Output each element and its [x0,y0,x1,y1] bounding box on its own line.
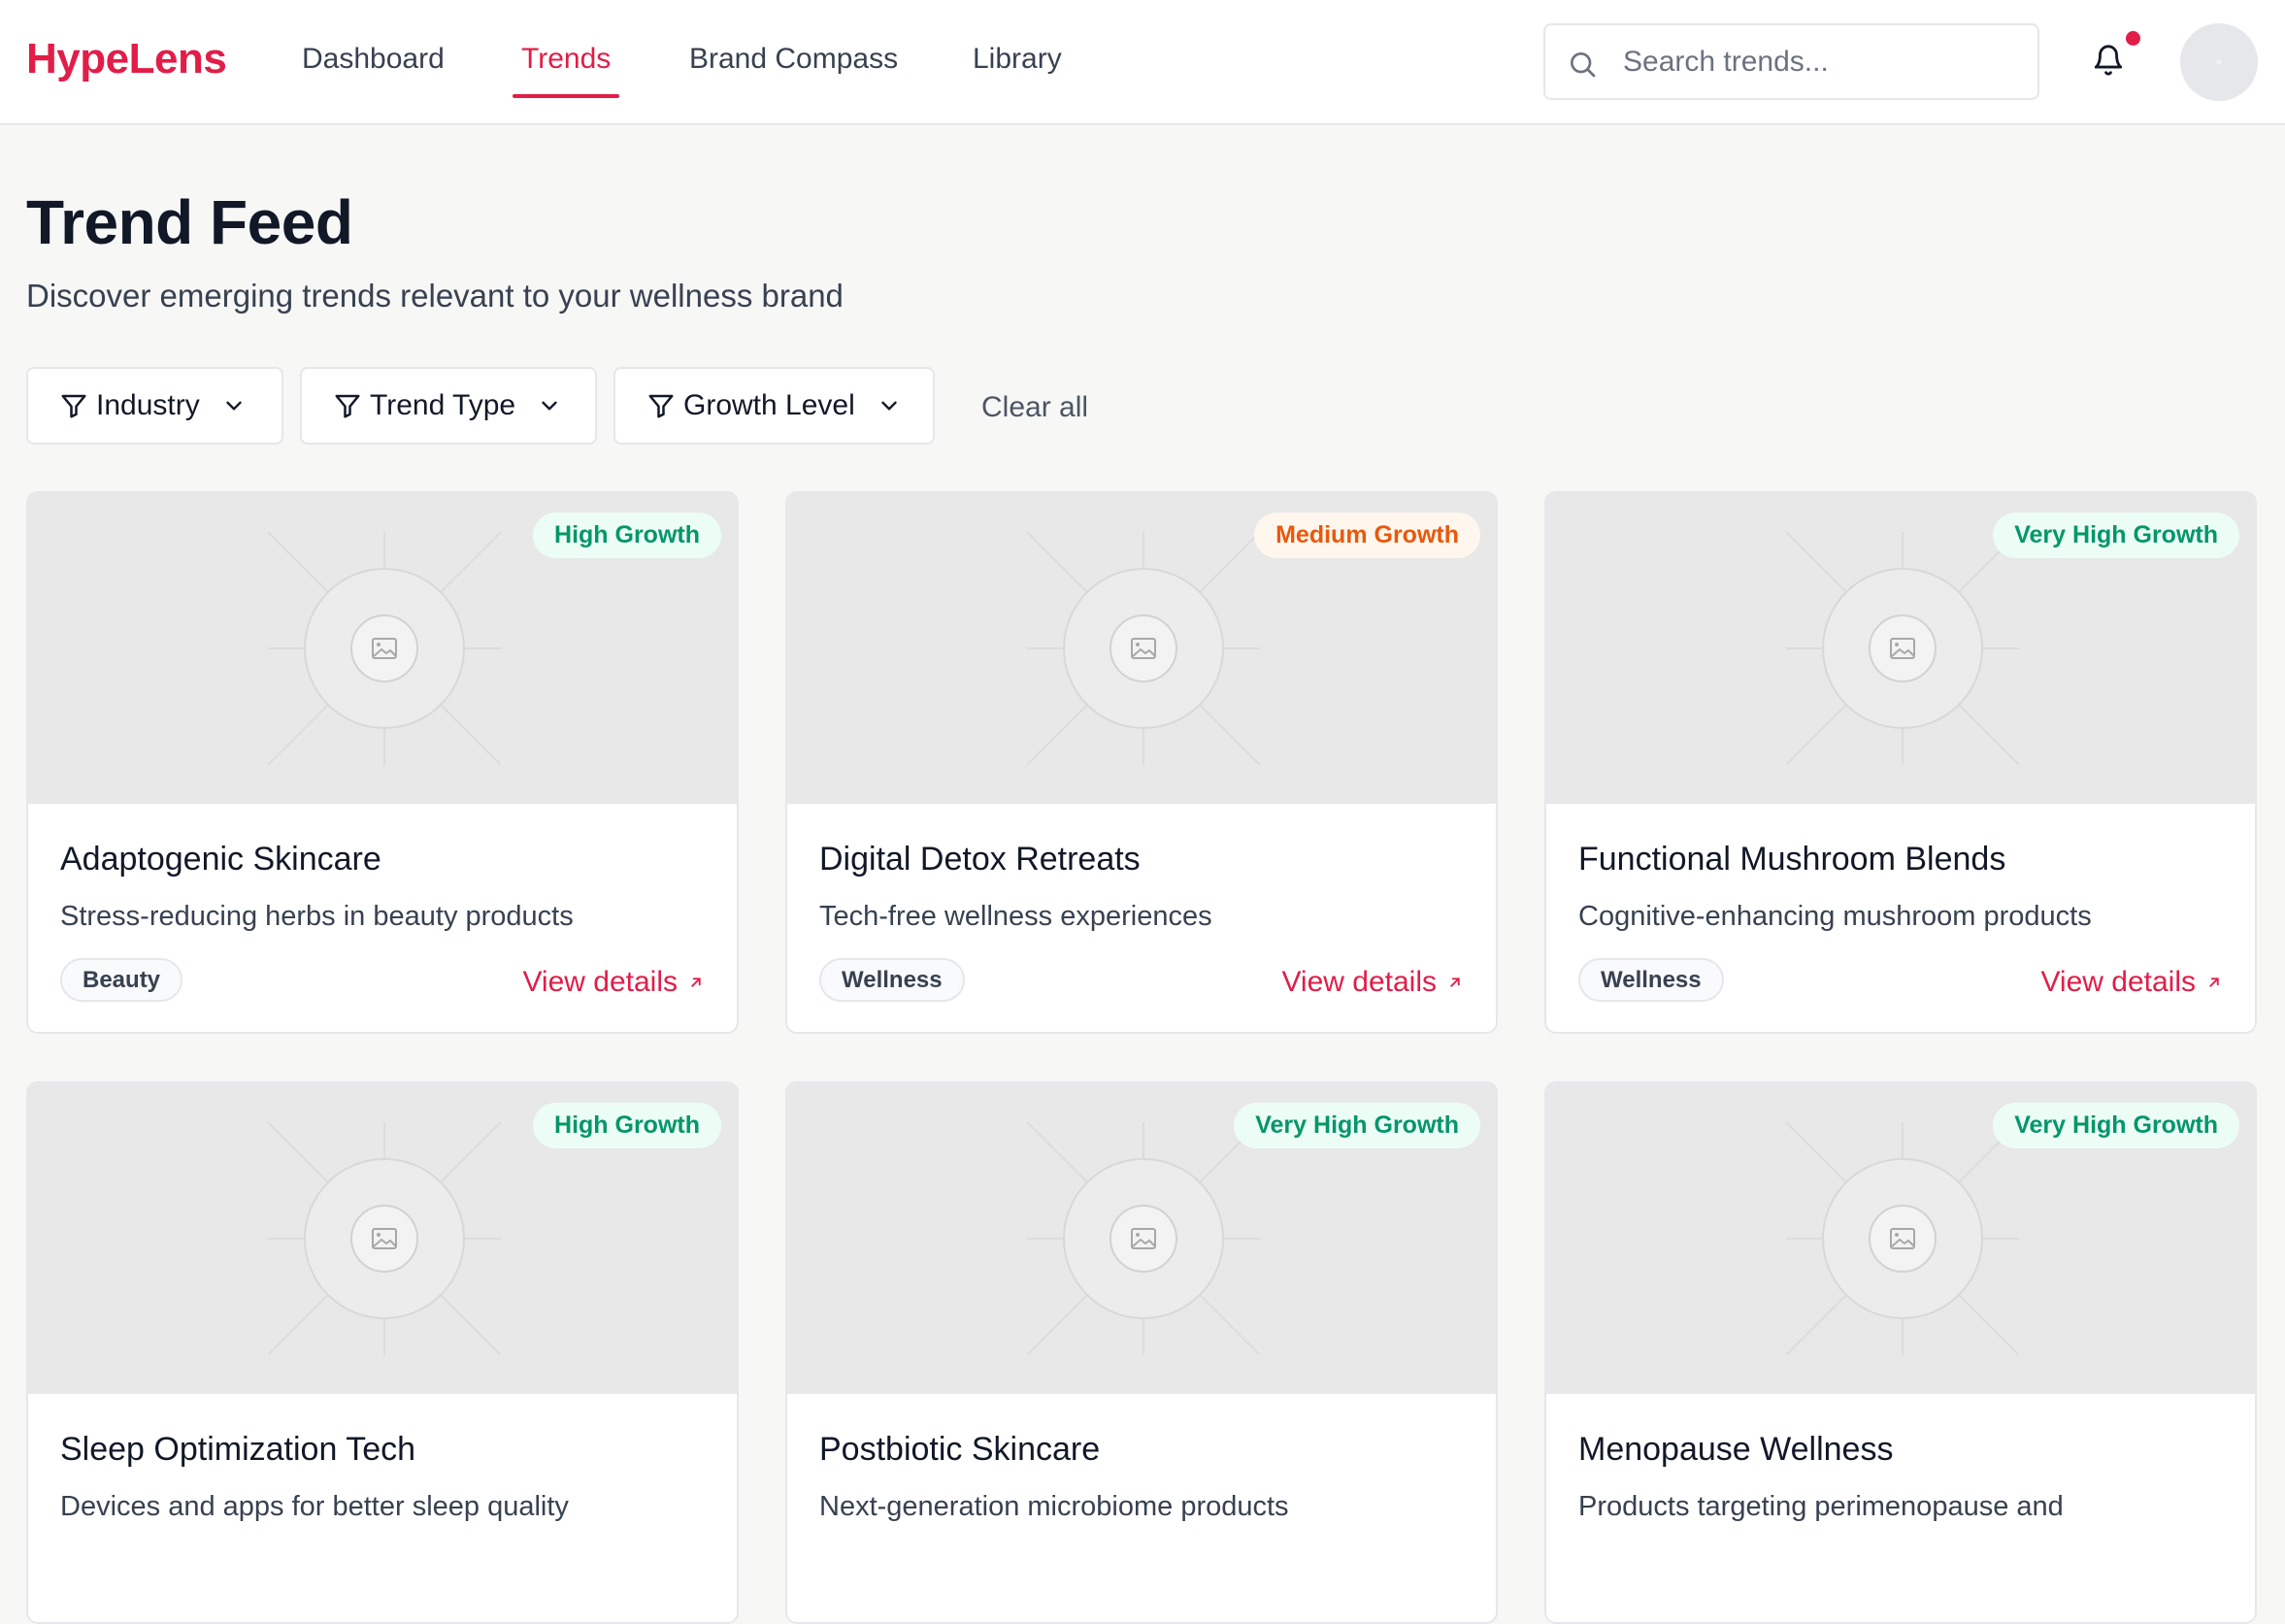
trend-image-placeholder: Very High Growth [1546,1083,2255,1394]
clear-all-button[interactable]: Clear all [981,391,1088,424]
view-details-link[interactable]: View details [2040,966,2223,999]
search-box[interactable] [1543,23,2039,100]
trend-card[interactable]: Very High Growth Functional Mushroom Ble… [1544,491,2257,1034]
nav-dashboard[interactable]: Dashboard [302,43,445,76]
growth-badge: Very High Growth [1993,513,2239,558]
view-details-link[interactable]: View details [522,966,705,999]
avatar[interactable] [2180,23,2258,101]
filter-label: Industry [96,389,200,421]
image-placeholder-icon [1786,1122,2019,1355]
trend-description: Products targeting perimenopause and [1578,1491,2064,1522]
trend-title: Functional Mushroom Blends [1578,841,2006,878]
trend-description: Devices and apps for better sleep qualit… [60,1491,569,1522]
search-input[interactable] [1623,39,2021,85]
growth-badge: Very High Growth [1993,1103,2239,1148]
trend-image-placeholder: High Growth [28,493,737,804]
trend-description: Tech-free wellness experiences [819,901,1212,932]
image-placeholder-icon [1027,1122,1260,1355]
page-subtitle: Discover emerging trends relevant to you… [26,278,844,314]
trend-title: Postbiotic Skincare [819,1431,1101,1468]
trend-description: Cognitive-enhancing mushroom products [1578,901,2092,932]
trend-card[interactable]: High Growth Sleep Optimization Tech Devi… [26,1081,739,1624]
trend-card[interactable]: High Growth Adaptogenic Skincare Stress-… [26,491,739,1034]
trend-description: Next-generation microbiome products [819,1491,1289,1522]
trend-card[interactable]: Very High Growth Postbiotic Skincare Nex… [785,1081,1498,1624]
image-placeholder-icon [268,1122,501,1355]
app-logo[interactable]: HypeLens [26,35,227,83]
growth-badge: High Growth [533,513,721,558]
trend-image-placeholder: Medium Growth [787,493,1496,804]
arrow-up-right-icon [2209,978,2219,987]
page-title: Trend Feed [26,187,353,257]
filter-icon [335,394,360,418]
nav-trends[interactable]: Trends [521,43,611,76]
filter-label: Growth Level [683,389,855,421]
nav-active-indicator [513,94,619,98]
growth-badge: Medium Growth [1254,513,1480,558]
arrow-up-right-icon [691,978,701,987]
growth-badge: High Growth [533,1103,721,1148]
image-placeholder-icon [1786,532,2019,765]
notification-badge [2126,31,2140,46]
chevron-down-icon [226,401,242,411]
trend-image-placeholder: High Growth [28,1083,737,1394]
notifications-button[interactable] [2092,44,2125,82]
search-icon [1571,52,1596,78]
trend-card[interactable]: Very High Growth Menopause Wellness Prod… [1544,1081,2257,1624]
trend-image-placeholder: Very High Growth [787,1083,1496,1394]
filter-label: Trend Type [370,389,516,421]
filter-icon [61,394,86,418]
view-details-link[interactable]: View details [1281,966,1464,999]
trend-image-placeholder: Very High Growth [1546,493,2255,804]
trend-title: Menopause Wellness [1578,1431,1894,1468]
trend-description: Stress-reducing herbs in beauty products [60,901,574,932]
trend-title: Digital Detox Retreats [819,841,1141,878]
filter-icon [648,394,674,418]
category-tag: Wellness [819,958,965,1002]
nav-brand-compass[interactable]: Brand Compass [689,43,898,76]
view-details-label: View details [522,966,678,998]
top-header: HypeLens Dashboard Trends Brand Compass … [0,0,2285,125]
category-tag: Beauty [60,958,183,1002]
chevron-down-icon [881,401,897,411]
chevron-down-icon [542,401,557,411]
trend-title: Sleep Optimization Tech [60,1431,416,1468]
view-details-label: View details [1281,966,1437,998]
arrow-up-right-icon [1450,978,1460,987]
image-placeholder-icon [1027,532,1260,765]
trend-card[interactable]: Medium Growth Digital Detox Retreats Tec… [785,491,1498,1034]
bell-icon [2094,45,2123,76]
filter-trend-type[interactable]: Trend Type [300,367,597,445]
nav-library[interactable]: Library [973,43,1062,76]
image-placeholder-icon [268,532,501,765]
view-details-label: View details [2040,966,2196,998]
filter-growth-level[interactable]: Growth Level [613,367,935,445]
filter-industry[interactable]: Industry [26,367,283,445]
trend-title: Adaptogenic Skincare [60,841,381,878]
growth-badge: Very High Growth [1234,1103,1480,1148]
category-tag: Wellness [1578,958,1724,1002]
